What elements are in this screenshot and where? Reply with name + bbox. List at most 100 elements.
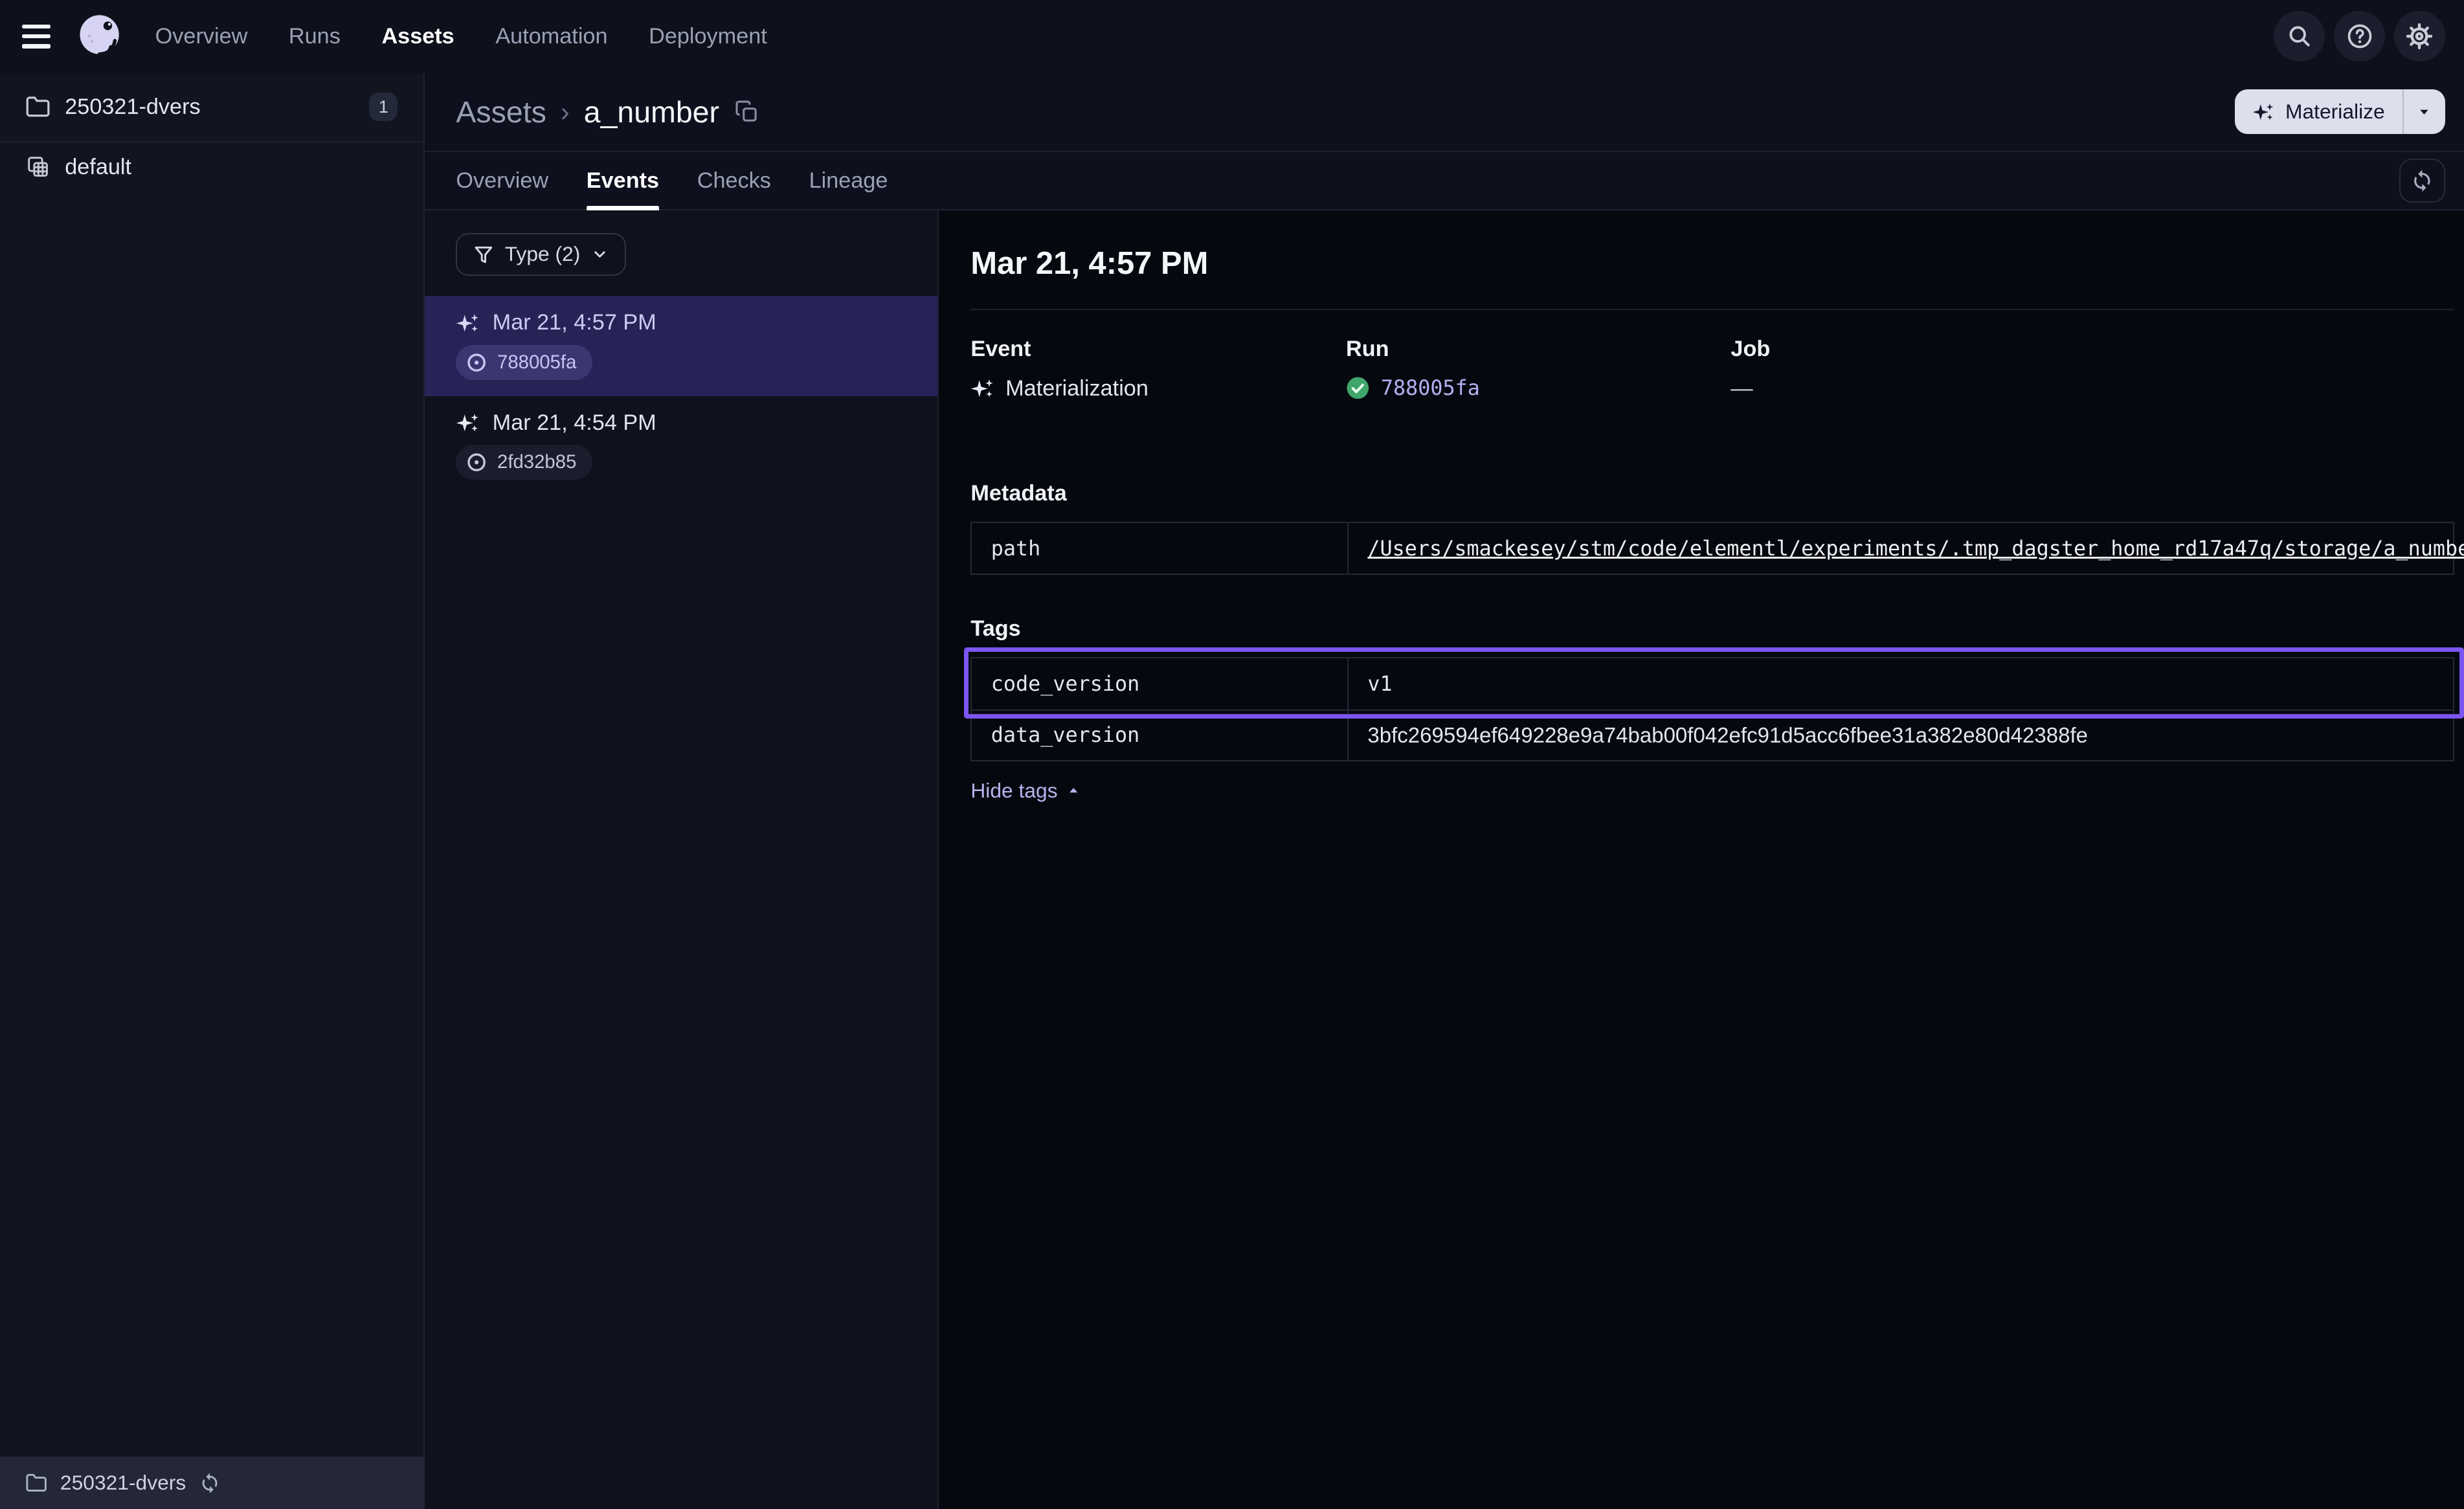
metadata-key-cell: path (972, 523, 1347, 574)
search-button[interactable] (2274, 11, 2324, 61)
event-summary-fields: Event Materialization Run 78800 (970, 337, 2454, 401)
dagster-logo[interactable] (73, 10, 126, 63)
sidebar-item-default-group[interactable]: default (0, 142, 423, 192)
job-empty-value: — (1730, 376, 1753, 401)
nav-right-actions (2274, 11, 2445, 61)
run-field-label: Run (1346, 337, 1730, 362)
hide-tags-label: Hide tags (970, 779, 1057, 803)
folder-icon (25, 95, 50, 120)
copy-asset-name-button[interactable] (735, 100, 759, 124)
tag-key-cell: data_version (972, 710, 1347, 760)
nav-item-deployment[interactable]: Deployment (649, 24, 767, 49)
copy-icon (735, 100, 759, 124)
type-filter-label: Type (2) (505, 242, 581, 266)
job-field-label: Job (1730, 337, 2454, 362)
tab-events-label: Events (587, 168, 659, 194)
nav-item-runs[interactable]: Runs (289, 24, 341, 49)
asset-sidebar: 250321-dvers 1 default (0, 73, 425, 1457)
tags-table: code_version v1 data_version 3bfc269594e… (970, 657, 2454, 761)
dagster-app: Overview Runs Assets Automation Deployme… (0, 0, 2464, 1509)
event-list-panel: Type (2) Mar 21, 4:57 PM 788005fa (425, 210, 939, 1509)
job-field: Job — (1730, 337, 2454, 401)
refresh-icon (2410, 169, 2434, 193)
event-list-item[interactable]: Mar 21, 4:57 PM 788005fa (425, 296, 938, 396)
events-page-body: Type (2) Mar 21, 4:57 PM 788005fa (425, 210, 2464, 1509)
event-field-label: Event (970, 337, 1346, 362)
materialize-split-button: Materialize (2235, 89, 2445, 133)
octopus-logo-icon (73, 10, 126, 63)
materialization-sparkle-icon (456, 411, 480, 435)
path-link[interactable]: /Users/smackesey/stm/code/elementl/exper… (1367, 537, 2464, 561)
run-id-text: 788005fa (497, 352, 576, 374)
settings-button[interactable] (2394, 11, 2445, 61)
caret-up-icon (1066, 783, 1081, 798)
tag-key-cell: code_version (972, 658, 1347, 709)
run-success-icon (1346, 376, 1370, 400)
tab-lineage[interactable]: Lineage (809, 152, 888, 210)
sync-icon[interactable] (199, 1472, 221, 1494)
run-id-badge[interactable]: 2fd32b85 (456, 445, 592, 480)
asset-tabs: Overview Events Checks Lineage (425, 152, 2464, 211)
breadcrumb-assets-link[interactable]: Assets (456, 95, 546, 129)
asset-group-icon (25, 154, 50, 179)
breadcrumb-separator: › (561, 96, 570, 128)
filter-funnel-icon (473, 244, 494, 265)
code-location-label: 250321-dvers (60, 1471, 186, 1495)
chevron-down-icon (591, 245, 609, 263)
event-detail-title: Mar 21, 4:57 PM (970, 245, 2454, 282)
folder-icon (25, 1472, 47, 1494)
event-type-value: Materialization (1005, 376, 1148, 401)
asset-page-header: Assets › a_number Materialize (425, 73, 2464, 152)
tab-events[interactable]: Events (587, 152, 659, 210)
tag-value-cell: 3bfc269594ef649228e9a74bab00f042efc91d5a… (1347, 710, 2453, 760)
tags-heading: Tags (970, 616, 2454, 642)
event-field: Event Materialization (970, 337, 1346, 401)
tab-checks-label: Checks (697, 168, 771, 194)
search-icon (2286, 23, 2313, 50)
asset-count-badge: 1 (369, 93, 398, 121)
tag-value-cell: v1 (1347, 658, 2453, 709)
run-link[interactable]: 788005fa (1381, 376, 1480, 400)
sidebar-folder-label: 250321-dvers (65, 95, 200, 120)
run-field: Run 788005fa (1346, 337, 1730, 401)
materialize-button[interactable]: Materialize (2235, 89, 2402, 133)
help-icon (2346, 22, 2374, 50)
materialize-label: Materialize (2285, 100, 2385, 124)
event-timestamp: Mar 21, 4:57 PM (493, 310, 656, 335)
event-timestamp: Mar 21, 4:54 PM (493, 410, 656, 436)
divider (970, 309, 2454, 310)
metadata-value-cell: /Users/smackesey/stm/code/elementl/exper… (1347, 523, 2464, 574)
tab-checks[interactable]: Checks (697, 152, 771, 210)
tab-lineage-label: Lineage (809, 168, 888, 194)
event-list-item[interactable]: Mar 21, 4:54 PM 2fd32b85 (425, 396, 938, 496)
top-nav: Overview Runs Assets Automation Deployme… (0, 0, 2464, 73)
run-id-badge[interactable]: 788005fa (456, 345, 592, 380)
gear-icon (2405, 22, 2434, 50)
tab-overview-label: Overview (456, 168, 548, 194)
materialize-dropdown-button[interactable] (2402, 89, 2445, 133)
materialization-sparkle-icon (456, 311, 480, 335)
run-circle-dot-icon (465, 352, 487, 374)
metadata-table: path /Users/smackesey/stm/code/elementl/… (970, 522, 2454, 575)
metadata-heading: Metadata (970, 481, 2454, 506)
tab-overview[interactable]: Overview (456, 152, 548, 210)
help-button[interactable] (2334, 11, 2384, 61)
main-nav-menu: Overview Runs Assets Automation Deployme… (155, 24, 767, 49)
sidebar-item-folder[interactable]: 250321-dvers 1 (0, 73, 423, 143)
event-time-row: Mar 21, 4:54 PM (456, 410, 906, 436)
hamburger-menu-icon[interactable] (22, 25, 54, 49)
nav-item-assets[interactable]: Assets (381, 24, 454, 49)
type-filter-button[interactable]: Type (2) (456, 233, 625, 276)
nav-item-automation[interactable]: Automation (495, 24, 607, 49)
hide-tags-link[interactable]: Hide tags (970, 779, 1081, 803)
materialization-sparkle-icon (970, 377, 994, 401)
caret-down-icon (2415, 103, 2433, 120)
nav-item-overview[interactable]: Overview (155, 24, 248, 49)
refresh-button[interactable] (2399, 159, 2445, 203)
event-detail-panel: Mar 21, 4:57 PM Event Materialization (939, 210, 2464, 1509)
sidebar-group-label: default (65, 155, 131, 180)
run-id-text: 2fd32b85 (497, 451, 576, 473)
page-title: a_number (584, 95, 719, 129)
event-filter-row: Type (2) (425, 210, 938, 296)
event-time-row: Mar 21, 4:57 PM (456, 310, 906, 335)
